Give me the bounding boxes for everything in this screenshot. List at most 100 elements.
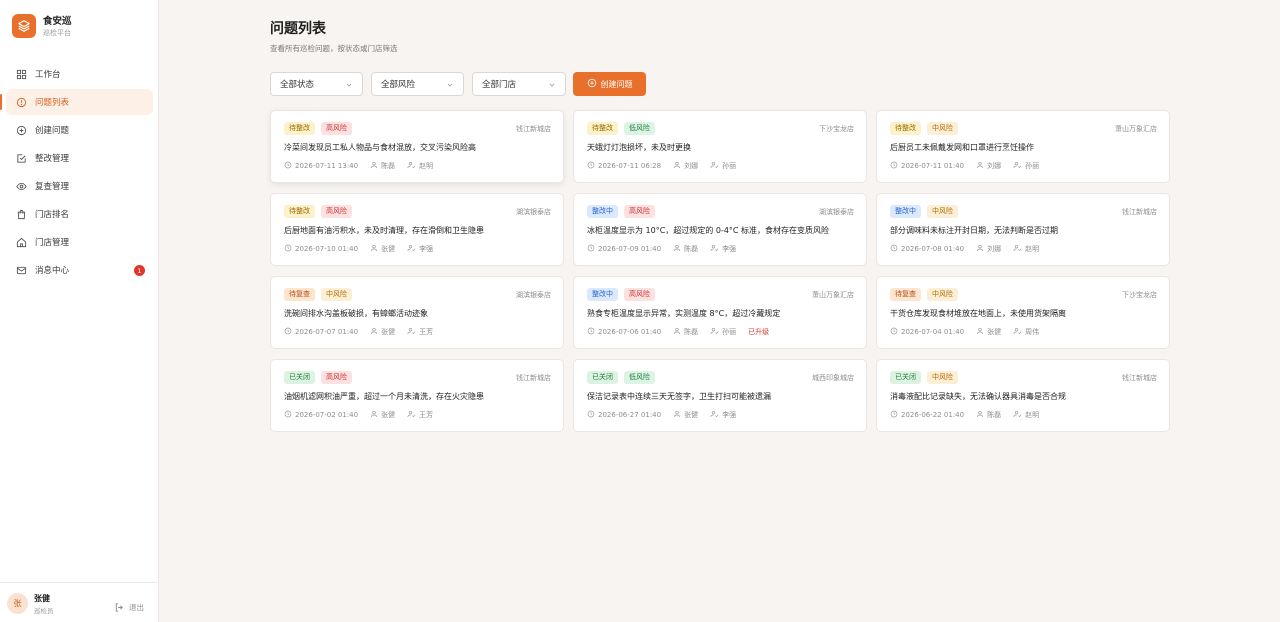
- status-badge: 整改中: [587, 205, 618, 218]
- brand[interactable]: 食安巡 巡检平台: [12, 14, 72, 38]
- store-name: 钱江新城店: [1122, 208, 1157, 216]
- status-badge: 待复查: [284, 288, 315, 301]
- eye-icon: [15, 180, 27, 192]
- issue-meta: 2026-06-27 01:40 张健 李强: [587, 410, 748, 420]
- store-name: 钱江新城店: [516, 125, 551, 133]
- issue-assignee: 赵明: [1025, 411, 1040, 419]
- clock-icon: [890, 244, 898, 254]
- issue-card[interactable]: 整改中 高风险 萧山万象汇店 熟食专柜温度显示异常，实测温度 8°C，超过冷藏规定 20…: [573, 276, 867, 349]
- store-filter-select[interactable]: 全部门店: [472, 72, 566, 96]
- status-badge: 待整改: [890, 122, 921, 135]
- check-square-icon: [15, 152, 27, 164]
- sidebar-item-store-management[interactable]: 门店管理: [6, 229, 153, 255]
- issue-card[interactable]: 待整改 高风险 钱江新城店 冷菜间发现员工私人物品与食材混放，交叉污染风险高 2026-…: [270, 110, 564, 183]
- status-badge: 整改中: [587, 288, 618, 301]
- user-icon: [673, 244, 681, 254]
- status-badge: 已关闭: [587, 371, 618, 384]
- issue-reporter: 张健: [381, 245, 396, 253]
- issue-meta: 2026-07-04 01:40 张健 周伟: [890, 327, 1051, 337]
- sidebar-nav: 工作台 问题列表 创建问题 整改管理 复查管理 门店排名 门店管理 消息中心 1: [0, 61, 153, 285]
- issue-description: 天蛾灯灯泡损坏，未及时更换: [587, 143, 691, 152]
- clock-icon: [284, 327, 292, 337]
- assignee-icon: [1013, 244, 1022, 254]
- badge-group: 待整改 低风险: [587, 122, 661, 135]
- issue-assignee: 王芳: [419, 328, 434, 336]
- issue-meta: 2026-07-02 01:40 张健 王芳: [284, 410, 445, 420]
- sidebar-item-dashboard[interactable]: 工作台: [6, 61, 153, 87]
- assignee-icon: [1013, 161, 1022, 171]
- assignee-icon: [407, 161, 416, 171]
- risk-badge: 低风险: [624, 122, 655, 135]
- issue-time: 2026-06-22 01:40: [901, 411, 965, 419]
- store-name: 钱江新城店: [1122, 374, 1157, 382]
- clock-icon: [284, 244, 292, 254]
- sidebar-item-label: 门店排名: [35, 210, 70, 220]
- create-issue-button[interactable]: 创建问题: [573, 72, 646, 96]
- clock-icon: [284, 410, 292, 420]
- assignee-icon: [710, 410, 719, 420]
- sidebar-item-label: 工作台: [35, 70, 61, 80]
- issue-card[interactable]: 待复查 中风险 下沙宝龙店 干货仓库发现食材堆放在地面上，未使用货架隔离 2026-07…: [876, 276, 1170, 349]
- issue-card[interactable]: 已关闭 高风险 钱江新城店 油烟机滤网积油严重，超过一个月未清洗，存在火灾隐患 2026…: [270, 359, 564, 432]
- issue-card[interactable]: 整改中 高风险 湖滨银泰店 冰柜温度显示为 10°C，超过规定的 0-4°C 标准，食…: [573, 193, 867, 266]
- issue-assignee: 赵明: [419, 162, 434, 170]
- issue-card[interactable]: 待复查 中风险 湖滨银泰店 洗碗间排水沟盖板破损，有蟑螂活动迹象 2026-07-07 …: [270, 276, 564, 349]
- issue-card[interactable]: 待整改 中风险 萧山万象汇店 后厨员工未佩戴发网和口罩进行烹饪操作 2026-07-11…: [876, 110, 1170, 183]
- sidebar-item-rectification[interactable]: 整改管理: [6, 145, 153, 171]
- risk-badge: 低风险: [624, 371, 655, 384]
- issue-card[interactable]: 待整改 低风险 下沙宝龙店 天蛾灯灯泡损坏，未及时更换 2026-07-11 06:28…: [573, 110, 867, 183]
- issue-card[interactable]: 已关闭 低风险 城西印象城店 保洁记录表中连续三天无签字，卫生打扫可能被遗漏 2026-…: [573, 359, 867, 432]
- user-icon: [370, 410, 378, 420]
- sidebar-item-issue-list[interactable]: 问题列表: [0, 89, 153, 115]
- sidebar-item-store-ranking[interactable]: 门店排名: [6, 201, 153, 227]
- badge-group: 待复查 中风险: [284, 288, 358, 301]
- issue-reporter: 张健: [684, 411, 699, 419]
- user-name: 张健: [34, 594, 50, 603]
- issue-reporter: 刘娜: [987, 245, 1002, 253]
- issue-meta: 2026-07-11 01:40 刘娜 孙丽: [890, 161, 1051, 171]
- status-badge: 已关闭: [890, 371, 921, 384]
- escalated-tag: 已升级: [748, 328, 770, 336]
- sidebar-item-create-issue[interactable]: 创建问题: [6, 117, 153, 143]
- create-issue-label: 创建问题: [600, 79, 633, 89]
- status-filter-select[interactable]: 全部状态: [270, 72, 363, 96]
- issue-reporter: 陈磊: [381, 162, 396, 170]
- risk-badge: 中风险: [927, 122, 958, 135]
- issue-meta: 2026-07-11 06:28 刘娜 孙丽: [587, 161, 748, 171]
- avatar[interactable]: 张: [7, 593, 28, 614]
- issue-time: 2026-07-04 01:40: [901, 328, 965, 336]
- brand-name: 食安巡: [43, 15, 72, 27]
- issue-card[interactable]: 整改中 中风险 钱江新城店 部分调味料未标注开封日期，无法判断是否过期 2026-07-…: [876, 193, 1170, 266]
- issue-card[interactable]: 已关闭 中风险 钱江新城店 消毒液配比记录缺失，无法确认器具消毒是否合规 2026-06…: [876, 359, 1170, 432]
- issue-reporter: 陈磊: [987, 411, 1002, 419]
- clock-icon: [587, 161, 595, 171]
- issue-time: 2026-07-08 01:40: [901, 245, 965, 253]
- page-subtitle: 查看所有巡检问题，按状态或门店筛选: [270, 44, 398, 53]
- user-icon: [370, 161, 378, 171]
- sidebar-item-review[interactable]: 复查管理: [6, 173, 153, 199]
- badge-group: 待整改 中风险: [890, 122, 964, 135]
- sidebar-item-label: 问题列表: [35, 98, 70, 108]
- issue-description: 油烟机滤网积油严重，超过一个月未清洗，存在火灾隐患: [284, 392, 484, 401]
- user-icon: [673, 327, 681, 337]
- user-icon: [976, 410, 984, 420]
- risk-badge: 高风险: [624, 205, 655, 218]
- risk-badge: 中风险: [927, 288, 958, 301]
- issue-assignee: 孙丽: [722, 162, 737, 170]
- issue-assignee: 王芳: [419, 411, 434, 419]
- user-area: 张 张健 巡检员 退出: [0, 582, 159, 622]
- risk-filter-select[interactable]: 全部风险: [371, 72, 464, 96]
- sidebar-item-messages[interactable]: 消息中心 1: [6, 257, 153, 283]
- issue-description: 后厨地面有油污积水，未及时清理，存在滑倒和卫生隐患: [284, 226, 484, 235]
- unread-badge: 1: [134, 265, 145, 276]
- issue-time: 2026-07-02 01:40: [295, 411, 359, 419]
- issue-card[interactable]: 待整改 高风险 湖滨银泰店 后厨地面有油污积水，未及时清理，存在滑倒和卫生隐患 2026…: [270, 193, 564, 266]
- issue-assignee: 周伟: [1025, 328, 1040, 336]
- logout-button[interactable]: 退出: [114, 598, 144, 617]
- clock-icon: [890, 410, 898, 420]
- issue-assignee: 赵明: [1025, 245, 1040, 253]
- dashboard-icon: [15, 68, 27, 80]
- issue-time: 2026-07-11 01:40: [901, 162, 965, 170]
- issue-description: 后厨员工未佩戴发网和口罩进行烹饪操作: [890, 143, 1034, 152]
- sidebar-item-label: 消息中心: [35, 266, 70, 276]
